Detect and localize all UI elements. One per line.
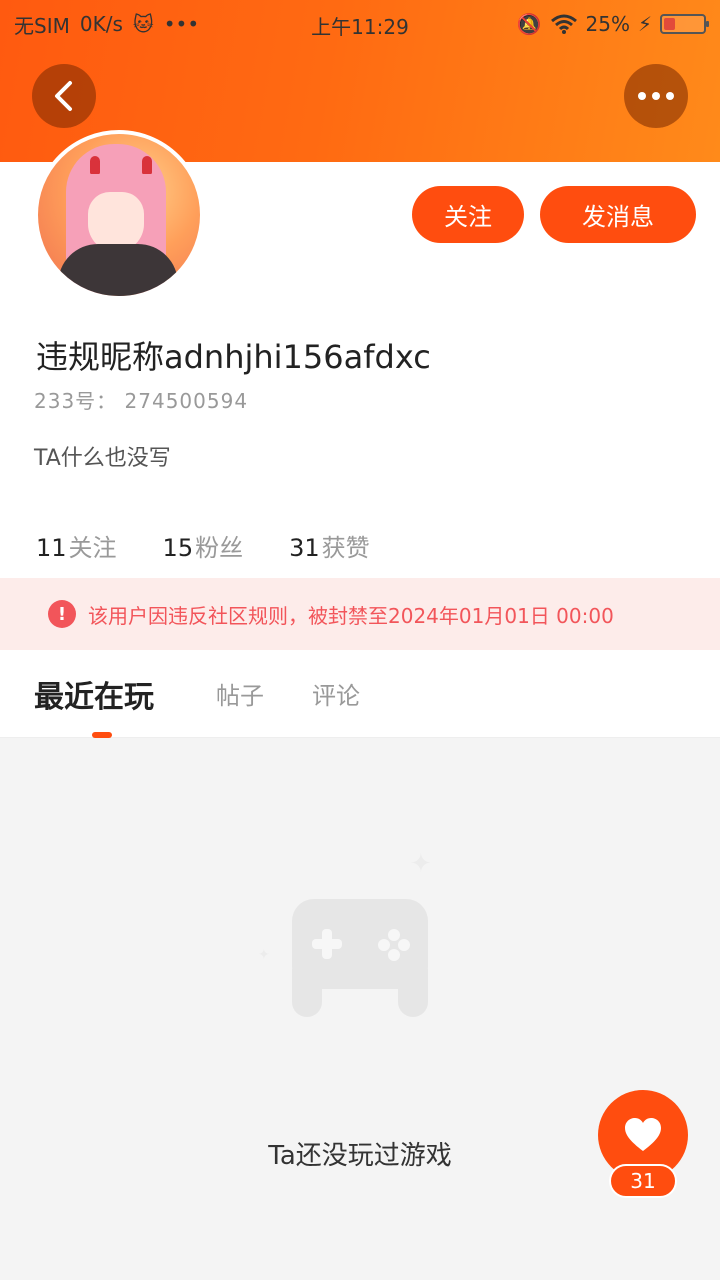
clock: 上午11:29: [311, 15, 409, 39]
stat-following[interactable]: 11关注: [36, 528, 117, 563]
more-button[interactable]: [624, 64, 688, 128]
stat-number: 15: [162, 534, 194, 562]
more-horizontal-icon: [638, 92, 674, 100]
nickname: 违规昵称adnhjhi156afdxc: [36, 338, 431, 376]
stat-label: 关注: [68, 534, 117, 562]
stat-followers[interactable]: 15粉丝: [163, 528, 244, 563]
empty-state: ✦ ✦ Ta还没玩过游戏: [0, 739, 720, 1280]
battery-fill: [664, 18, 675, 30]
bio: TA什么也没写: [34, 446, 171, 471]
stat-number: 31: [289, 534, 320, 562]
tab-comments[interactable]: 评论: [312, 676, 360, 711]
warning-icon: !: [48, 600, 76, 628]
sparkle-icon: ✦: [258, 947, 270, 963]
tab-bar: 最近在玩 帖子 评论: [0, 650, 720, 738]
chevron-left-icon: [55, 81, 72, 111]
heart-icon: [625, 1118, 661, 1151]
send-message-button[interactable]: 发消息: [540, 186, 696, 243]
status-bar: 无SIM 0K/s 🐱 ••• 上午11:29 🔕 25% ⚡: [0, 0, 720, 48]
avatar[interactable]: [34, 130, 204, 300]
like-count: 31: [609, 1164, 677, 1198]
active-tab-indicator: [92, 732, 112, 738]
back-button[interactable]: [32, 64, 96, 128]
ban-notice-text: 该用户因违反社区规则，被封禁至2024年01月01日 00:00: [88, 603, 614, 628]
sparkle-icon: ✦: [410, 849, 432, 879]
stats-row: 11关注 15粉丝 31获赞: [36, 528, 370, 563]
user-id: 233号： 274500594: [34, 389, 249, 413]
stat-label: 获赞: [321, 534, 370, 562]
battery-icon: [660, 14, 709, 34]
stat-number: 11: [36, 534, 67, 562]
tab-posts[interactable]: 帖子: [216, 676, 264, 711]
follow-button[interactable]: 关注: [412, 186, 524, 243]
ban-notice: ! 该用户因违反社区规则，被封禁至2024年01月01日 00:00: [0, 578, 720, 650]
gamepad-icon: [292, 899, 428, 1017]
tab-recently-played[interactable]: 最近在玩: [34, 672, 154, 716]
stat-label: 粉丝: [195, 534, 244, 562]
stat-likes[interactable]: 31获赞: [289, 528, 370, 563]
